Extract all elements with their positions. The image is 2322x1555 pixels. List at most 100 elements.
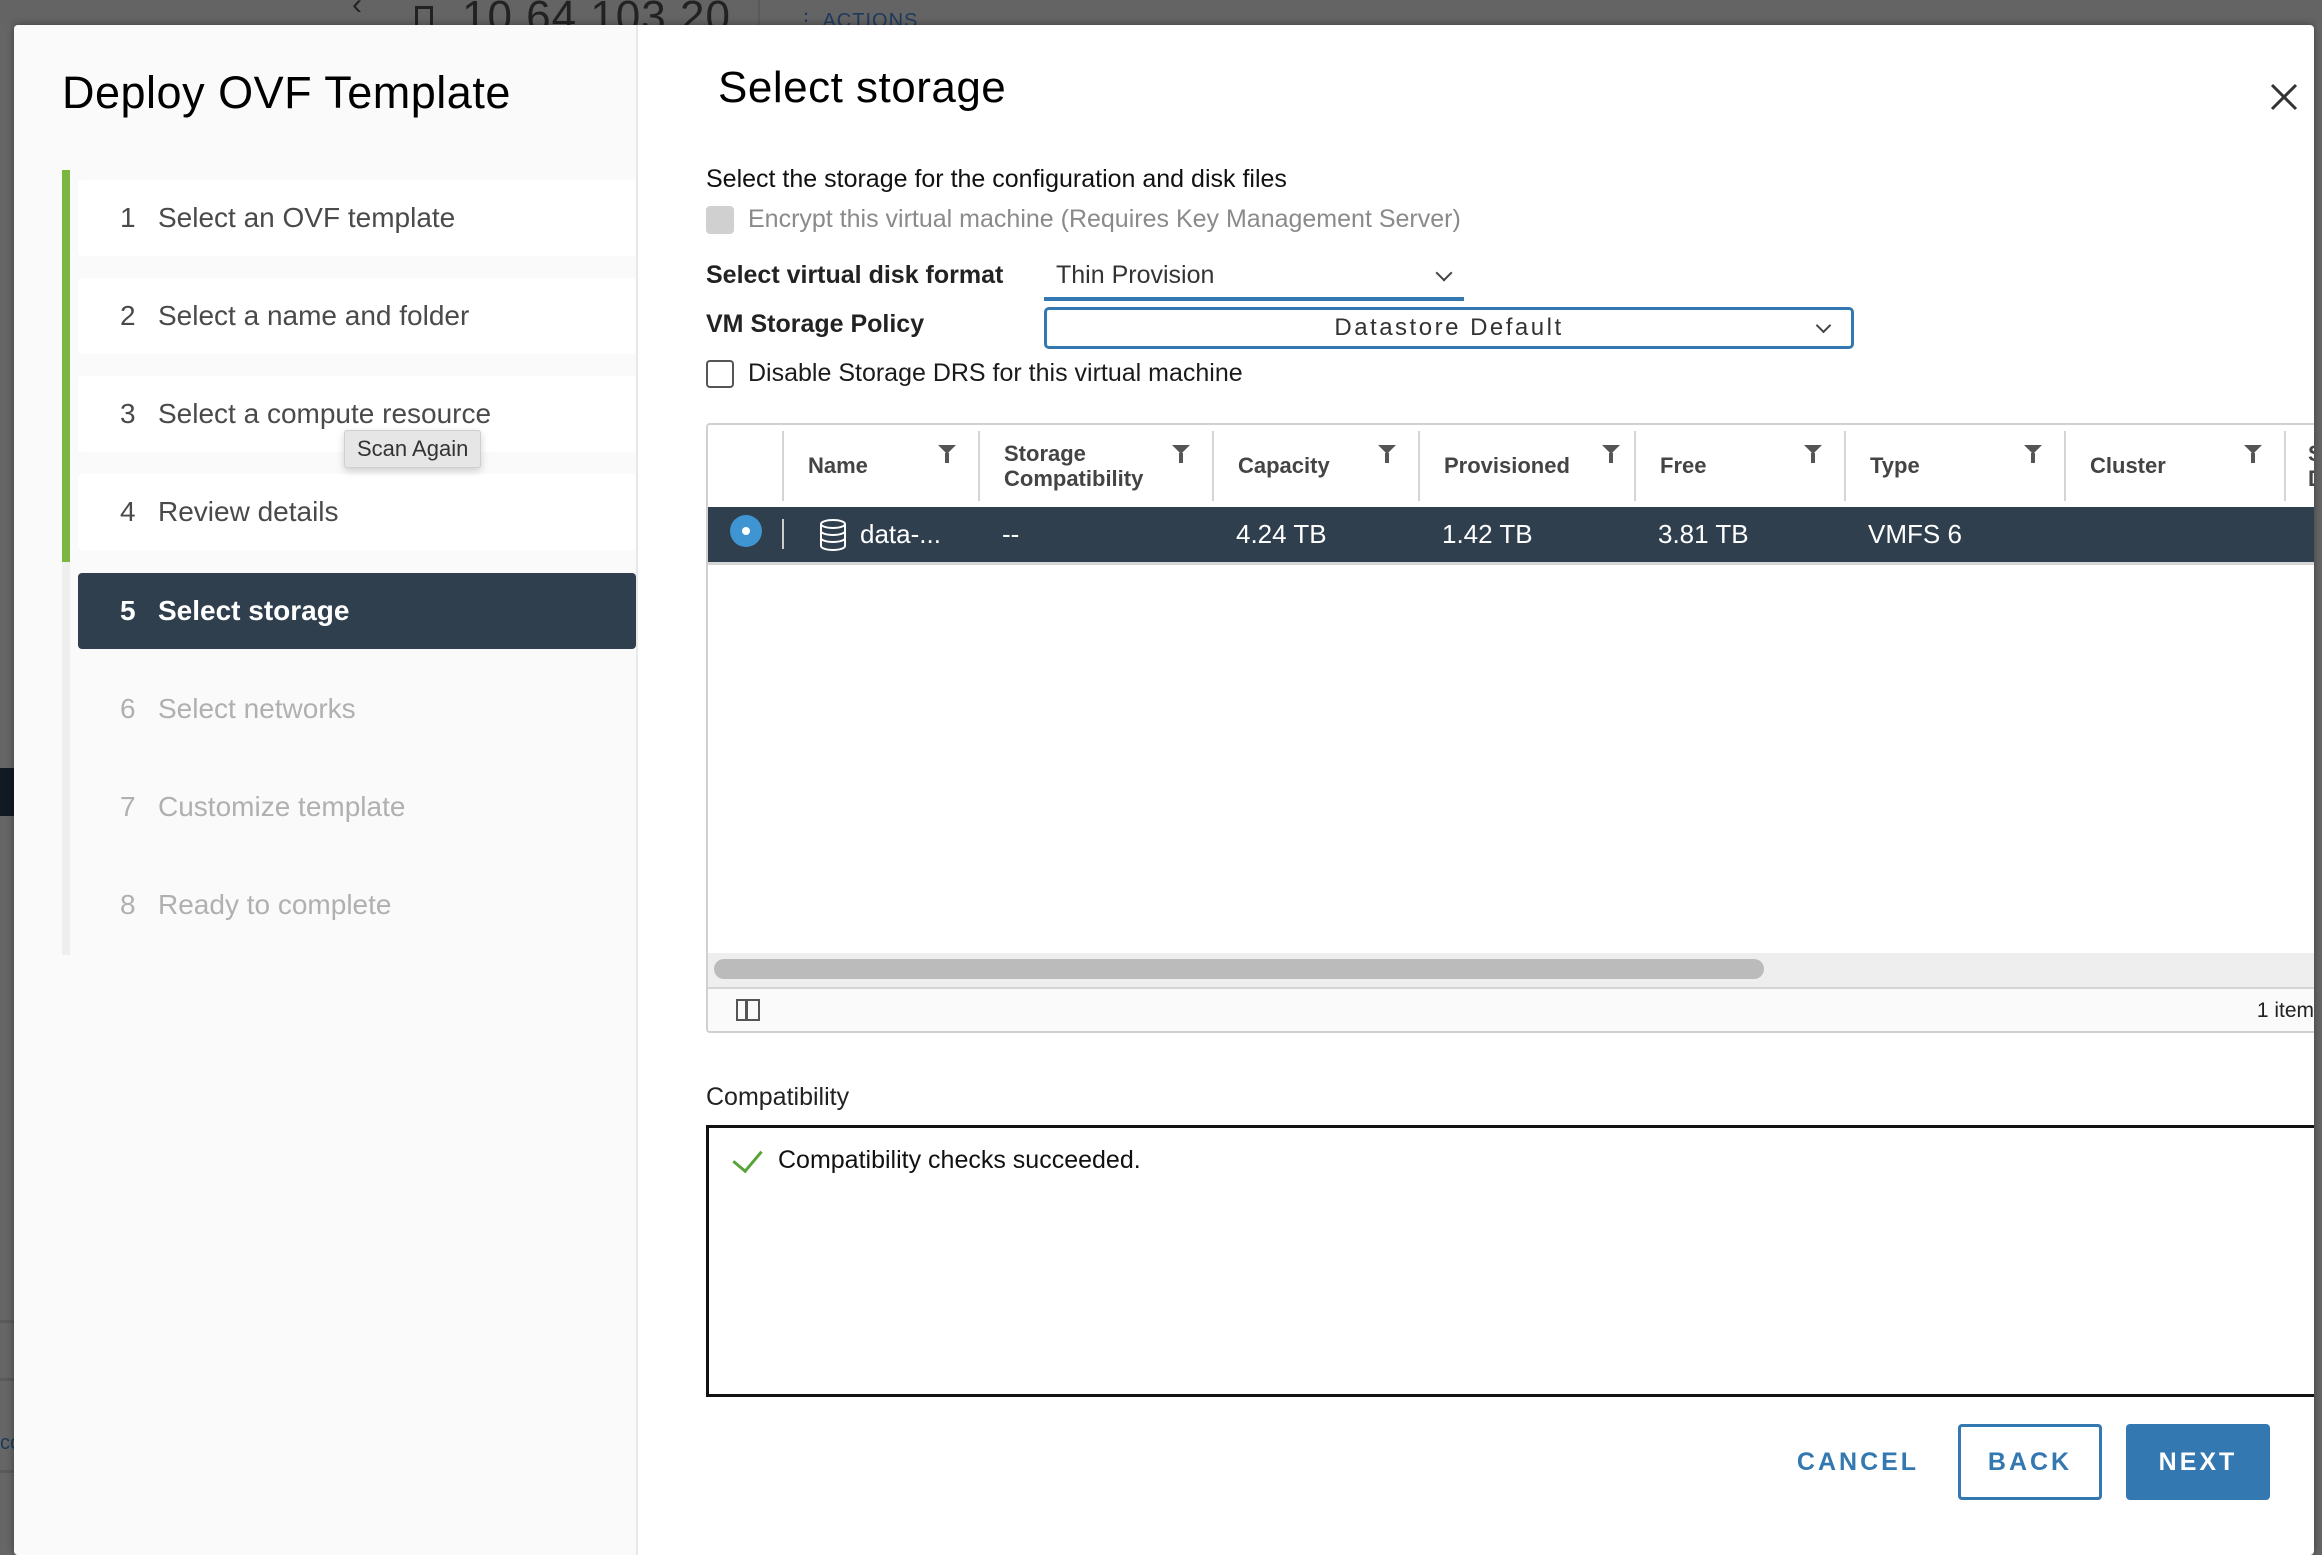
datastore-grid: Name Storage Compatibility Capacity Prov… — [706, 423, 2314, 1033]
disable-drs-checkbox[interactable] — [706, 359, 734, 388]
wizard-step-5[interactable]: 5 Select storage — [78, 573, 636, 649]
column-title: S D — [2308, 441, 2314, 492]
page-title: Select storage — [718, 63, 1007, 112]
step-number: 4 — [120, 496, 136, 527]
encrypt-option: Encrypt this virtual machine (Requires K… — [706, 205, 1461, 234]
step-label: Select a compute resource — [158, 398, 492, 429]
row-divider — [782, 519, 784, 549]
filter-icon[interactable] — [1172, 445, 1190, 463]
step-number: 6 — [120, 693, 136, 724]
cancel-button[interactable]: CANCEL — [1788, 1424, 1928, 1500]
step-label: Review details — [158, 496, 339, 527]
table-row[interactable]: data-... -- 4.24 TB 1.42 TB 3.81 TB VMFS… — [708, 507, 2314, 565]
column-title: Cluster — [2090, 453, 2166, 479]
filter-icon[interactable] — [1804, 445, 1822, 463]
step-label: Select networks — [158, 693, 356, 724]
datastore-icon — [820, 518, 846, 551]
filter-icon[interactable] — [1602, 445, 1620, 463]
background-divider — [0, 1320, 14, 1323]
step-number: 8 — [120, 889, 136, 920]
cell-free: 3.81 TB — [1658, 519, 1749, 549]
storage-policy-value: Datastore Default — [1334, 314, 1564, 341]
deploy-ovf-dialog: Deploy OVF Template 1 Select an OVF temp… — [14, 25, 2314, 1555]
cell-compatibility: -- — [1002, 519, 1020, 549]
encrypt-label: Encrypt this virtual machine (Requires K… — [748, 205, 1461, 233]
background-selected-row — [0, 768, 14, 816]
grid-footer: 1 item — [708, 989, 2314, 1031]
column-header-cluster[interactable]: Cluster — [2064, 431, 2284, 501]
grid-header: Name Storage Compatibility Capacity Prov… — [708, 425, 2314, 510]
column-header-capacity[interactable]: Capacity — [1212, 431, 1418, 501]
column-title: Free — [1660, 453, 1707, 479]
close-button[interactable] — [2264, 77, 2304, 117]
column-header-name[interactable]: Name — [782, 431, 978, 501]
row-radio-selected[interactable] — [730, 515, 762, 547]
cell-type: VMFS 6 — [1868, 519, 1962, 549]
item-count: 1 item — [2256, 999, 2314, 1022]
background-divider — [0, 1378, 14, 1381]
column-title: Name — [808, 453, 868, 479]
column-header-compatibility[interactable]: Storage Compatibility — [978, 431, 1212, 501]
disk-format-value: Thin Provision — [1056, 260, 1215, 289]
wizard-step-4[interactable]: 4 Review details — [78, 474, 636, 550]
scan-again-tooltip: Scan Again — [344, 430, 482, 468]
compatibility-panel: Compatibility checks succeeded. — [706, 1125, 2314, 1397]
check-icon — [732, 1141, 763, 1174]
step-number: 5 — [120, 595, 136, 626]
column-header-provisioned[interactable]: Provisioned — [1418, 431, 1634, 501]
storage-policy-label: VM Storage Policy — [706, 310, 925, 338]
filter-icon[interactable] — [1378, 445, 1396, 463]
chevron-down-icon — [1435, 264, 1453, 282]
storage-policy-select[interactable]: Datastore Default — [1044, 307, 1854, 349]
background-header — [0, 0, 2322, 25]
compatibility-text: Compatibility checks succeeded. — [778, 1146, 1141, 1174]
wizard-sidebar: Deploy OVF Template 1 Select an OVF temp… — [14, 25, 638, 1555]
column-title: Type — [1870, 453, 1920, 479]
horizontal-scrollbar[interactable] — [708, 953, 2314, 989]
cell-provisioned: 1.42 TB — [1442, 519, 1533, 549]
column-header-free[interactable]: Free — [1634, 431, 1844, 501]
step-label: Customize template — [158, 791, 406, 822]
cell-name: data-... — [818, 507, 941, 562]
background-divider — [758, 0, 760, 25]
disable-drs-label: Disable Storage DRS for this virtual mac… — [748, 359, 1243, 387]
compatibility-message: Compatibility checks succeeded. — [731, 1141, 1141, 1177]
compatibility-label: Compatibility — [706, 1083, 850, 1111]
column-header-truncated[interactable]: S D — [2284, 431, 2314, 501]
host-icon — [415, 6, 433, 26]
filter-icon[interactable] — [2024, 445, 2042, 463]
encrypt-checkbox — [706, 205, 734, 234]
step-label: Select storage — [158, 595, 350, 626]
scrollbar-thumb[interactable] — [714, 959, 1764, 979]
progress-bar — [62, 170, 70, 562]
column-header-type[interactable]: Type — [1844, 431, 2064, 501]
column-toggle-icon[interactable] — [736, 999, 760, 1021]
next-button[interactable]: NEXT — [2126, 1424, 2270, 1500]
back-chevron-icon: ‹ — [352, 0, 362, 21]
step-label: Ready to complete — [158, 889, 392, 920]
back-button[interactable]: BACK — [1958, 1424, 2102, 1500]
cell-capacity: 4.24 TB — [1236, 519, 1327, 549]
wizard-step-6: 6 Select networks — [78, 671, 636, 747]
wizard-step-2[interactable]: 2 Select a name and folder — [78, 278, 636, 354]
disable-drs-option: Disable Storage DRS for this virtual mac… — [706, 359, 1243, 388]
step-label: Select a name and folder — [158, 300, 470, 331]
step-number: 2 — [120, 300, 136, 331]
filter-icon[interactable] — [938, 445, 956, 463]
column-title: Provisioned — [1444, 453, 1570, 479]
background-divider — [0, 1470, 14, 1473]
datastore-name: data-... — [860, 519, 941, 549]
close-icon — [2270, 83, 2298, 111]
disk-format-label: Select virtual disk format — [706, 261, 1004, 289]
step-number: 3 — [120, 398, 136, 429]
wizard-content: Select storage Select the storage for th… — [638, 25, 2314, 1555]
wizard-step-7: 7 Customize template — [78, 769, 636, 845]
filter-icon[interactable] — [2244, 445, 2262, 463]
wizard-step-1[interactable]: 1 Select an OVF template — [78, 180, 636, 256]
chevron-down-icon — [1815, 317, 1832, 334]
wizard-title: Deploy OVF Template — [62, 67, 511, 118]
column-title: Storage Compatibility — [1004, 440, 1144, 491]
column-title: Capacity — [1238, 453, 1330, 479]
disk-format-select[interactable]: Thin Provision — [1044, 253, 1464, 301]
wizard-step-8: 8 Ready to complete — [78, 867, 636, 943]
